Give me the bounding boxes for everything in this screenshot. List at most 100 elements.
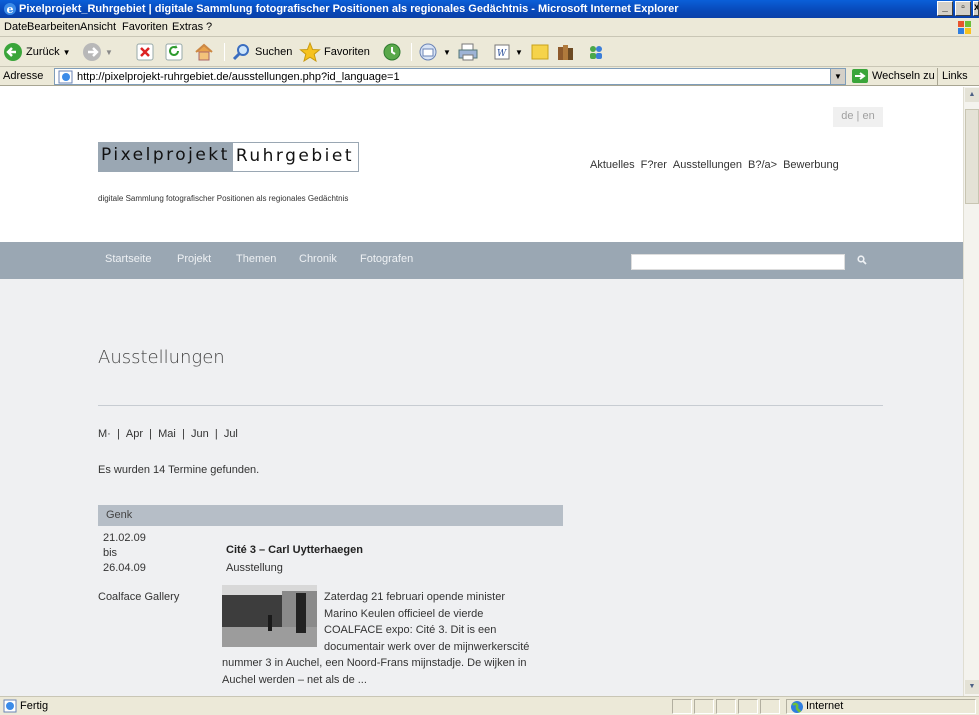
top-nav-aktuelles[interactable]: Aktuelles bbox=[590, 159, 635, 171]
books-icon bbox=[558, 45, 573, 60]
favorites-button[interactable]: Favoriten bbox=[299, 41, 370, 63]
home-button[interactable] bbox=[193, 41, 215, 63]
forward-button[interactable]: ▼ bbox=[82, 41, 113, 63]
messenger-icon bbox=[590, 46, 602, 59]
menu-help[interactable]: ? bbox=[206, 21, 212, 33]
mail-button[interactable]: ▼ bbox=[418, 41, 451, 63]
event-description: Zaterdag 21 februari opende minister Mar… bbox=[222, 589, 540, 688]
edit-word-button[interactable]: W ▼ bbox=[492, 41, 523, 63]
address-url: http://pixelprojekt-ruhrgebiet.de/ausste… bbox=[77, 71, 400, 83]
forward-arrow-icon bbox=[83, 43, 101, 61]
minimize-button[interactable]: _ bbox=[937, 1, 953, 16]
nav-fotografen[interactable]: Fotografen bbox=[360, 253, 413, 265]
menu-datei[interactable]: Datei bbox=[4, 21, 30, 33]
event-venue: Coalface Gallery bbox=[98, 591, 180, 603]
toolbar: Zurück ▼ ▼ Suchen Favoriten ▼ W ▼ bbox=[0, 37, 979, 67]
discuss-button[interactable] bbox=[529, 41, 551, 63]
ie-logo-icon: e bbox=[4, 3, 16, 16]
scroll-up-icon[interactable]: ▲ bbox=[965, 88, 979, 102]
stop-button[interactable] bbox=[135, 41, 155, 63]
go-arrow-icon bbox=[852, 69, 868, 83]
research-button[interactable] bbox=[555, 41, 577, 63]
chevron-down-icon[interactable]: ▼ bbox=[105, 48, 113, 57]
chevron-down-icon[interactable]: ▼ bbox=[443, 48, 451, 57]
vertical-scrollbar[interactable]: ▲ ▼ bbox=[963, 87, 979, 696]
month-jun[interactable]: Jun bbox=[191, 428, 209, 440]
month-jul[interactable]: Jul bbox=[224, 428, 238, 440]
stop-icon bbox=[136, 43, 154, 61]
history-icon bbox=[383, 43, 401, 61]
main-content: Ausstellungen M· | Apr | Mai | Jun | Jul… bbox=[0, 279, 963, 696]
address-label: Adresse bbox=[3, 70, 44, 82]
nav-startseite[interactable]: Startseite bbox=[105, 253, 151, 265]
globe-icon bbox=[791, 701, 803, 713]
word-icon: W bbox=[494, 44, 510, 60]
chevron-down-icon[interactable]: ▼ bbox=[63, 48, 71, 57]
note-icon bbox=[531, 44, 549, 60]
language-switch[interactable]: de | en bbox=[833, 107, 883, 127]
security-zone: Internet bbox=[806, 700, 844, 712]
svg-text:e: e bbox=[7, 3, 14, 16]
mail-icon bbox=[419, 43, 437, 61]
site-tagline: digitale Sammlung fotografischer Positio… bbox=[98, 194, 349, 203]
menubar: Datei Bearbeiten Ansicht Favoriten Extra… bbox=[0, 18, 979, 37]
nav-chronik[interactable]: Chronik bbox=[299, 253, 337, 265]
scroll-thumb[interactable] bbox=[965, 109, 979, 204]
month-filter: M· | Apr | Mai | Jun | Jul bbox=[98, 428, 238, 440]
search-label: Suchen bbox=[255, 46, 293, 58]
address-dropdown-icon[interactable]: ▼ bbox=[830, 69, 845, 84]
page-title: Ausstellungen bbox=[98, 347, 225, 368]
nav-projekt[interactable]: Projekt bbox=[177, 253, 211, 265]
svg-text:W: W bbox=[497, 49, 507, 59]
print-button[interactable] bbox=[457, 41, 479, 63]
month-mai[interactable]: Mai bbox=[158, 428, 176, 440]
logo-part-1: Pixelprojekt bbox=[98, 142, 233, 172]
magnifier-icon bbox=[232, 44, 249, 61]
menu-extras[interactable]: Extras bbox=[172, 21, 203, 33]
back-arrow-icon bbox=[4, 43, 22, 61]
date-to: 26.04.09 bbox=[103, 562, 146, 574]
history-button[interactable] bbox=[382, 41, 402, 63]
star-icon bbox=[299, 42, 321, 62]
menu-favoriten[interactable]: Favoriten bbox=[122, 21, 168, 33]
page-viewport: de | en Pixelprojekt Ruhrgebiet digitale… bbox=[0, 87, 963, 696]
site-logo[interactable]: Pixelprojekt Ruhrgebiet bbox=[98, 142, 360, 172]
go-label: Wechseln zu bbox=[872, 70, 935, 82]
month-apr[interactable]: Apr bbox=[126, 428, 143, 440]
favorites-label: Favoriten bbox=[324, 46, 370, 58]
chevron-down-icon[interactable]: ▼ bbox=[515, 48, 523, 57]
refresh-icon bbox=[165, 43, 183, 61]
maximize-button[interactable]: ▫ bbox=[955, 1, 971, 16]
links-button[interactable]: Links bbox=[937, 68, 968, 85]
nav-themen[interactable]: Themen bbox=[236, 253, 276, 265]
page-loaded-icon bbox=[3, 699, 17, 713]
go-button[interactable]: Wechseln zu bbox=[851, 68, 935, 84]
month-mar[interactable]: M· bbox=[98, 428, 111, 440]
address-bar: Adresse http://pixelprojekt-ruhrgebiet.d… bbox=[0, 67, 979, 86]
top-nav-bewerbung[interactable]: Bewerbung bbox=[783, 159, 839, 171]
scroll-down-icon[interactable]: ▼ bbox=[965, 680, 979, 694]
divider bbox=[98, 405, 883, 406]
top-nav-ausstellungen[interactable]: Ausstellungen bbox=[673, 159, 742, 171]
back-button[interactable]: Zurück ▼ bbox=[3, 41, 71, 63]
status-bar: Fertig Internet bbox=[0, 696, 979, 715]
messenger-button[interactable] bbox=[585, 41, 607, 63]
top-nav-broken[interactable]: B?/a> bbox=[748, 159, 777, 171]
top-nav-forer[interactable]: F?rer bbox=[641, 159, 667, 171]
main-nav: Startseite Projekt Themen Chronik Fotogr… bbox=[0, 242, 963, 279]
menu-ansicht[interactable]: Ansicht bbox=[80, 21, 116, 33]
search-button[interactable]: Suchen bbox=[232, 41, 292, 63]
refresh-button[interactable] bbox=[164, 41, 184, 63]
window-titlebar[interactable]: e Pixelprojekt_Ruhrgebiet | digitale Sam… bbox=[0, 0, 979, 18]
event-title[interactable]: Cité 3 – Carl Uytterhaegen bbox=[226, 544, 363, 556]
address-input[interactable]: http://pixelprojekt-ruhrgebiet.de/ausste… bbox=[54, 68, 846, 85]
home-icon bbox=[195, 43, 213, 61]
close-button[interactable]: x bbox=[973, 1, 979, 16]
search-icon[interactable] bbox=[857, 255, 867, 265]
site-search-input[interactable] bbox=[631, 254, 845, 270]
ie-page-icon bbox=[58, 70, 73, 84]
printer-icon bbox=[458, 43, 478, 61]
event-date: 21.02.09 bis 26.04.09 bbox=[103, 531, 146, 576]
top-nav: Aktuelles F?rer Ausstellungen B?/a> Bewe… bbox=[590, 159, 839, 171]
menu-bearbeiten[interactable]: Bearbeiten bbox=[27, 21, 80, 33]
